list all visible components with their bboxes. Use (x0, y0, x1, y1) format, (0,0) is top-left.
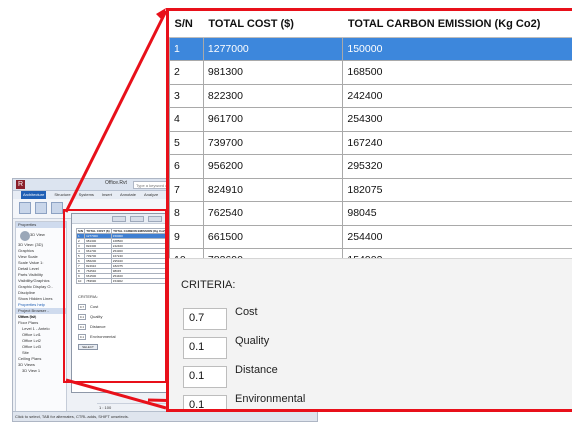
mini-criteria: CRITERIA: 0.7 Cost 0.1 Quality 0.1 Distance… (78, 292, 116, 350)
properties-panel: Properties 3D View 3D View: {3D} Graphic… (15, 221, 67, 419)
tab-insert[interactable]: Insert (102, 191, 112, 199)
revit-logo-icon[interactable]: R (16, 180, 25, 189)
sn-cell: 6 (169, 154, 204, 179)
criteria-title: CRITERIA: (181, 279, 236, 291)
emission-cell: 182075 (342, 177, 572, 202)
mini-criteria-input[interactable]: 0.1 (78, 333, 86, 340)
tab-systems[interactable]: Systems (79, 191, 94, 199)
mini-criteria-label: Environmental (90, 334, 116, 339)
cost-cell: 822300 (202, 83, 344, 108)
mini-sn-cell: 10 (75, 278, 86, 284)
table-row[interactable]: 2 981300 168500 (169, 60, 572, 85)
environmental-weight-input[interactable]: 0.1 (183, 395, 227, 409)
cost-cell: 981300 (202, 60, 344, 85)
sn-cell: 8 (169, 201, 204, 226)
table-row[interactable]: 4 961700 254300 (169, 107, 572, 132)
table-row[interactable]: 8 762540 98045 (169, 201, 572, 226)
emission-cell: 98045 (342, 201, 572, 226)
cost-cell: 762540 (202, 201, 344, 226)
tab-analyze[interactable]: Analyze (144, 191, 158, 199)
browser-item[interactable]: 3D View 1 (16, 368, 66, 374)
quality-label: Quality (235, 335, 270, 347)
table-row[interactable]: 6 956200 295320 (169, 154, 572, 179)
emission-cell: 168500 (342, 60, 572, 85)
header-total-carbon-emission[interactable]: TOTAL CARBON EMISSION (Kg Co2) (342, 11, 572, 38)
table-row[interactable]: 5 739700 167240 (169, 130, 572, 155)
mini-criteria-label: Distance (90, 324, 106, 329)
mini-criteria-input[interactable]: 0.7 (78, 303, 86, 310)
mini-criteria-label: Cost (90, 304, 99, 309)
emission-cell: 254300 (342, 107, 572, 132)
sn-cell: 5 (169, 130, 204, 155)
emission-cell: 295320 (342, 154, 572, 179)
selection-dialog-thumbnail: S/N TOTAL COST ($) TOTAL CARBON EMISSION… (71, 213, 171, 393)
environmental-label: Environmental (235, 393, 306, 405)
mini-header-cost: TOTAL COST ($) (84, 228, 112, 234)
modify-tool-icon[interactable] (19, 202, 31, 214)
tab-architecture[interactable]: Architecture (21, 191, 47, 199)
emission-cell: 154902 (342, 248, 572, 258)
sn-cell: 10 (169, 248, 204, 258)
sn-cell: 7 (169, 177, 204, 202)
sn-cell: 9 (169, 224, 204, 249)
mini-cost-cell: 783690 (84, 278, 112, 284)
dialog-button[interactable] (130, 216, 144, 222)
mini-emission-cell: 154902 (110, 278, 169, 284)
dialog-button[interactable] (148, 216, 162, 222)
app-title: Office.Rvt (105, 180, 127, 186)
callout-arrowhead-icon (156, 8, 166, 20)
emission-cell: 254400 (342, 224, 572, 249)
options-table-container[interactable]: S/N TOTAL COST ($) TOTAL CARBON EMISSION… (169, 11, 572, 259)
table-row[interactable]: 3 822300 242400 (169, 83, 572, 108)
cost-label: Cost (235, 306, 258, 318)
table-header-row: S/N TOTAL COST ($) TOTAL CARBON EMISSION… (169, 11, 572, 38)
sn-cell: 3 (169, 83, 204, 108)
dialog-button[interactable] (112, 216, 126, 222)
cost-cell: 783690 (202, 248, 344, 258)
table-row[interactable]: 10783690154902 (169, 248, 572, 258)
table-row[interactable]: 7 824910 182075 (169, 177, 572, 202)
cost-cell: 739700 (202, 130, 344, 155)
cost-cell: 661500 (202, 224, 344, 249)
header-total-cost[interactable]: TOTAL COST ($) (203, 11, 343, 38)
criteria-section: CRITERIA: 0.7 Cost 0.1 Quality 0.1 Dista… (169, 259, 572, 409)
mini-criteria-input[interactable]: 0.1 (78, 323, 86, 330)
cost-cell: 824910 (202, 177, 344, 202)
cost-cell: 1277000 (202, 36, 344, 61)
door-tool-icon[interactable] (51, 202, 63, 214)
emission-cell: 242400 (342, 83, 572, 108)
mini-header-emission: TOTAL CARBON EMISSION (Kg Co2) (110, 228, 169, 234)
distance-weight-input[interactable]: 0.1 (183, 366, 227, 388)
header-sn[interactable]: S/N (169, 11, 204, 38)
3d-view-icon (20, 231, 30, 241)
dialog-header (72, 214, 170, 224)
status-bar: Click to select, TAB for alternates, CTR… (13, 411, 317, 421)
mini-criteria-input[interactable]: 0.1 (78, 313, 86, 320)
tab-annotate[interactable]: Annotate (120, 191, 136, 199)
mini-criteria-title: CRITERIA: (78, 294, 98, 299)
select-button[interactable]: SELECT (78, 344, 98, 350)
cost-cell: 956200 (202, 154, 344, 179)
table-row[interactable]: 1 1277000 150000 (169, 36, 572, 61)
emission-cell: 150000 (342, 36, 572, 61)
quality-weight-input[interactable]: 0.1 (183, 337, 227, 359)
mini-criteria-label: Quality (90, 314, 103, 319)
sn-cell: 2 (169, 60, 204, 85)
cost-weight-input[interactable]: 0.7 (183, 308, 227, 330)
zoomed-selection-dialog: S/N TOTAL COST ($) TOTAL CARBON EMISSION… (166, 8, 572, 412)
table-row[interactable]: 9 661500 254400 (169, 224, 572, 249)
cost-cell: 961700 (202, 107, 344, 132)
wall-tool-icon[interactable] (35, 202, 47, 214)
tab-structure[interactable]: Structure (54, 191, 70, 199)
distance-label: Distance (235, 364, 278, 376)
mini-table-row[interactable]: 10 783690 154902 (75, 278, 169, 284)
sn-cell: 4 (169, 107, 204, 132)
mini-options-table: S/N TOTAL COST ($) TOTAL CARBON EMISSION… (75, 228, 169, 284)
view-type-label: 3D View (30, 232, 45, 238)
emission-cell: 167240 (342, 130, 572, 155)
options-table: S/N TOTAL COST ($) TOTAL CARBON EMISSION… (169, 11, 572, 258)
sn-cell: 1 (169, 36, 204, 61)
